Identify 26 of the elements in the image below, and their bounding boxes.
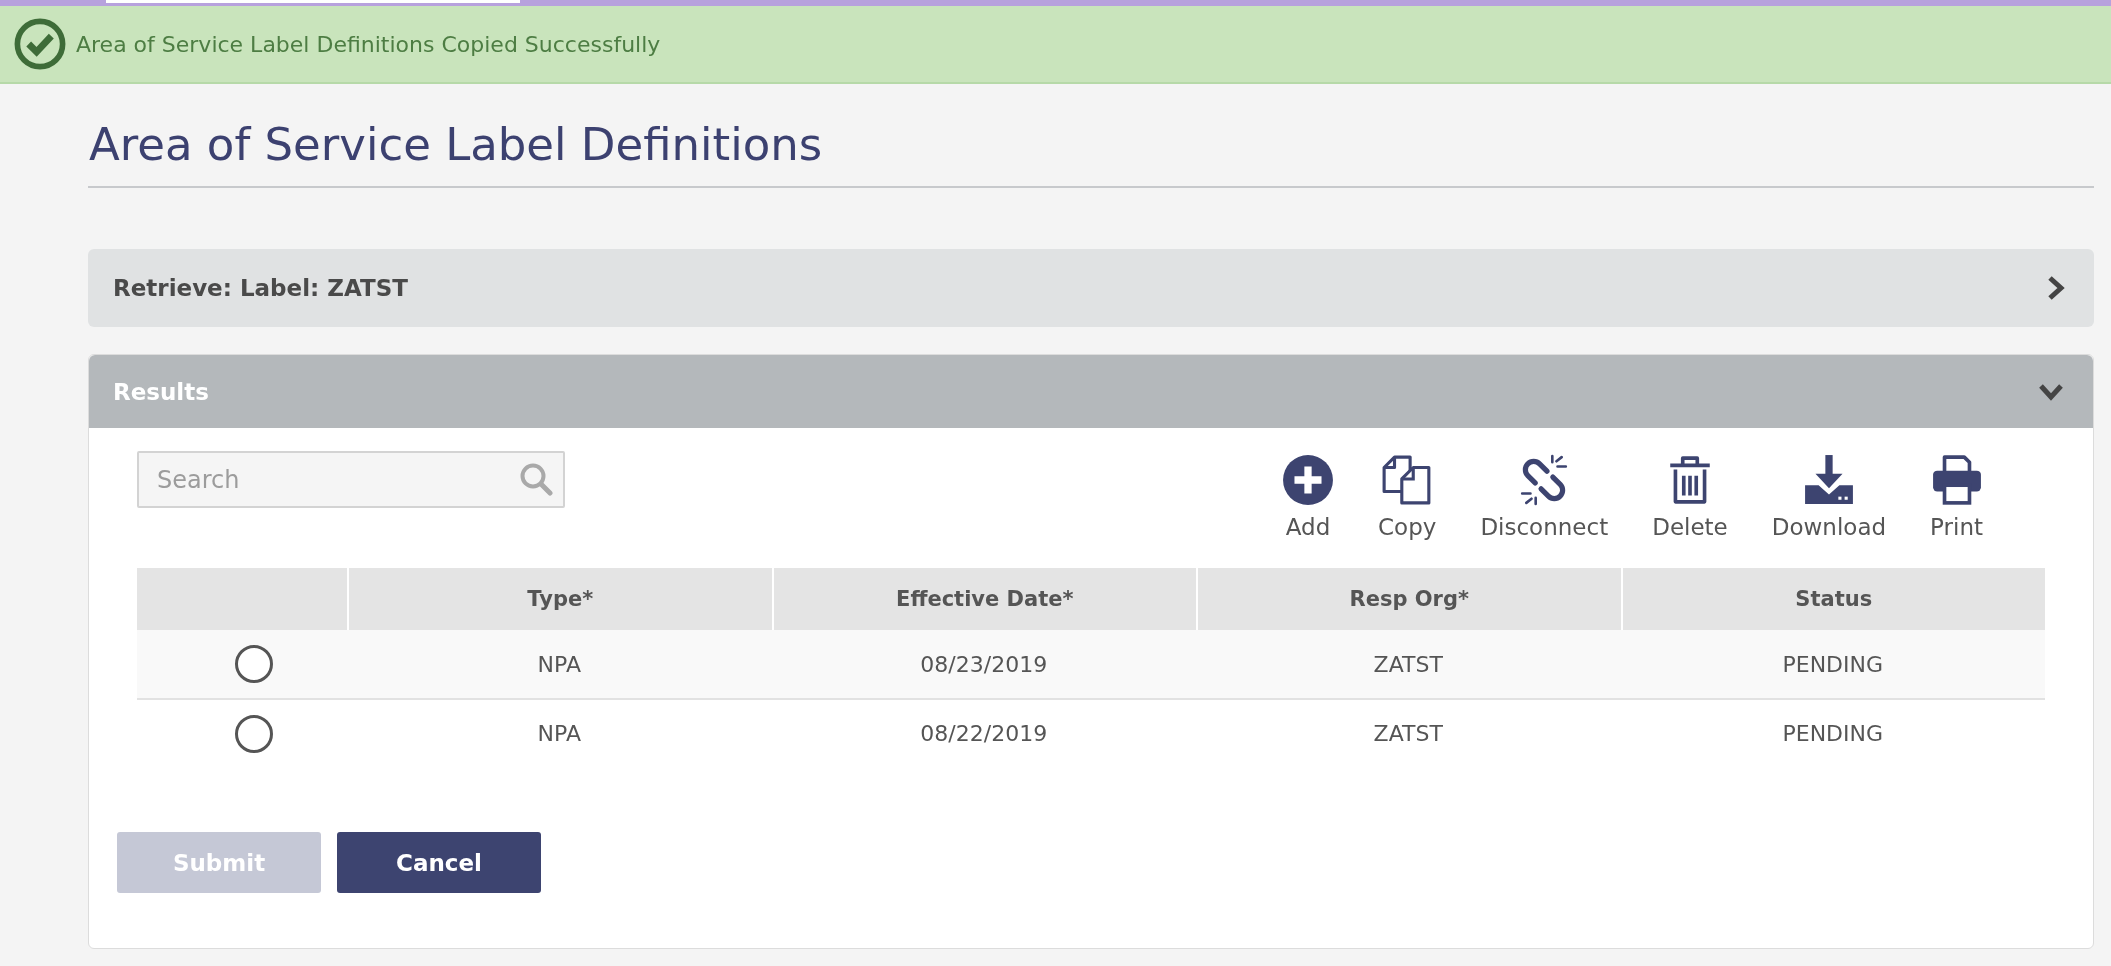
table-cell-text: 08/23/2019 xyxy=(919,650,1049,679)
printer-icon xyxy=(1930,454,1983,506)
search-field[interactable]: Search xyxy=(137,451,565,508)
table-cell-text: NPA xyxy=(536,650,582,679)
table-cell-text: ZATST xyxy=(1372,650,1444,679)
plus-circle-icon xyxy=(1282,454,1335,506)
page-title: Area of Service Label Definitions xyxy=(88,120,2094,188)
notification-message: Area of Service Label Definitions Copied Successfully xyxy=(76,31,661,57)
check-circle-icon xyxy=(14,18,66,70)
table-cell-text: ZATST xyxy=(1372,720,1444,748)
download-icon xyxy=(1802,454,1855,506)
toolbar-button[interactable]: Download xyxy=(1771,454,1887,540)
accordion-header[interactable]: Retrieve: Label: ZATST xyxy=(88,249,2094,327)
toolbar-button[interactable]: Add xyxy=(1282,454,1335,540)
toolbar-button[interactable]: Disconnect xyxy=(1480,454,1609,540)
table-cell-text: PENDING xyxy=(1781,720,1885,748)
search-icon xyxy=(519,462,553,496)
toolbar-button[interactable]: Delete xyxy=(1652,454,1728,540)
action-button[interactable]: Cancel xyxy=(337,832,541,893)
radio-button[interactable] xyxy=(235,645,273,683)
radio-button[interactable] xyxy=(235,714,273,753)
toolbar-button[interactable]: Print xyxy=(1930,454,1983,540)
table-cell-text: PENDING xyxy=(1781,650,1885,679)
table-cell-text: 08/22/2019 xyxy=(919,720,1049,748)
toolbar-button[interactable]: Copy xyxy=(1378,454,1437,540)
table-cell-text: NPA xyxy=(536,720,582,748)
